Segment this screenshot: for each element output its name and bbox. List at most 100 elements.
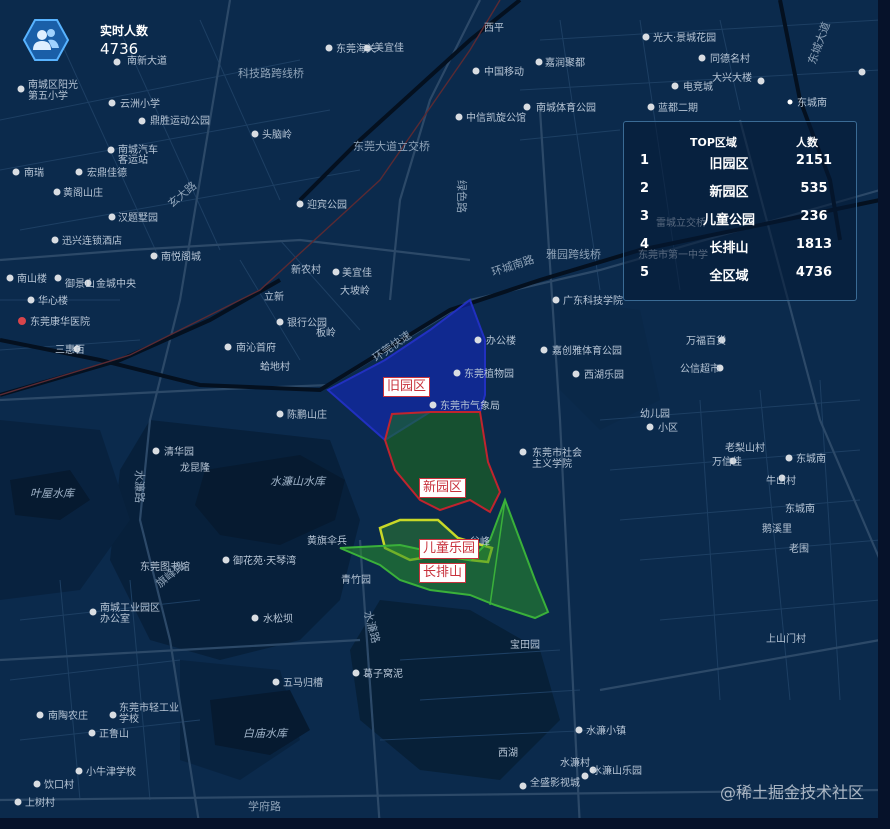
svg-text:美宜佳: 美宜佳 bbox=[374, 41, 404, 54]
svg-text:南悦阁城: 南悦阁城 bbox=[161, 250, 201, 263]
svg-text:云洲小学: 云洲小学 bbox=[120, 97, 160, 110]
svg-text:汉题墅园: 汉题墅园 bbox=[118, 212, 158, 224]
svg-text:大坡岭: 大坡岭 bbox=[340, 284, 370, 297]
svg-text:东莞市气象局: 东莞市气象局 bbox=[440, 399, 500, 412]
svg-text:水濂路: 水濂路 bbox=[133, 470, 147, 503]
map-stage[interactable]: 南新大道 东莞海关 美宜佳 西平 中国移动 嘉润聚都 南城体育公园 中信凯旋公馆 南城区阳光… bbox=[0, 0, 890, 829]
table-row: 5 全区域 4736 bbox=[624, 265, 856, 285]
svg-text:南山楼: 南山楼 bbox=[17, 272, 47, 285]
watermark: @稀土掘金技术社区 bbox=[719, 783, 864, 802]
svg-text:龙昆隆: 龙昆隆 bbox=[180, 461, 210, 474]
svg-text:幼儿园: 幼儿园 bbox=[640, 407, 670, 420]
row-name: 长排山 bbox=[709, 241, 749, 256]
svg-text:东莞市社会: 东莞市社会 bbox=[532, 446, 582, 459]
header-region: TOP区域 bbox=[690, 136, 737, 149]
users-icon bbox=[22, 18, 70, 62]
svg-text:饮口村: 饮口村 bbox=[44, 778, 74, 791]
svg-text:东城南: 东城南 bbox=[797, 96, 827, 109]
svg-text:学府路: 学府路 bbox=[248, 799, 281, 813]
svg-text:南城体育公园: 南城体育公园 bbox=[536, 101, 596, 114]
svg-text:广东科技学院: 广东科技学院 bbox=[563, 294, 623, 307]
svg-text:万信佳: 万信佳 bbox=[712, 455, 742, 468]
svg-text:华心楼: 华心楼 bbox=[38, 294, 68, 307]
svg-text:雅园跨线桥: 雅园跨线桥 bbox=[546, 247, 601, 261]
svg-text:老梨山村: 老梨山村 bbox=[725, 441, 765, 454]
svg-text:嘉润聚都: 嘉润聚都 bbox=[545, 56, 585, 69]
svg-text:御景山: 御景山 bbox=[65, 277, 95, 290]
svg-text:万福百货: 万福百货 bbox=[686, 334, 726, 347]
svg-text:主义学院: 主义学院 bbox=[532, 457, 572, 470]
row-count: 535 bbox=[800, 181, 828, 196]
svg-text:学校: 学校 bbox=[119, 712, 139, 725]
svg-text:小区: 小区 bbox=[658, 422, 678, 434]
svg-text:老围: 老围 bbox=[789, 542, 809, 555]
map-edge-right bbox=[878, 0, 890, 829]
row-rank: 3 bbox=[640, 209, 650, 224]
row-rank: 1 bbox=[640, 153, 650, 168]
svg-text:黄阁山庄: 黄阁山庄 bbox=[63, 186, 103, 199]
svg-text:头脑岭: 头脑岭 bbox=[262, 128, 292, 141]
row-rank: 4 bbox=[640, 237, 650, 252]
svg-text:东莞大道立交桥: 东莞大道立交桥 bbox=[353, 139, 430, 153]
svg-text:御花苑·天琴湾: 御花苑·天琴湾 bbox=[233, 554, 296, 567]
svg-text:南沁首府: 南沁首府 bbox=[236, 341, 276, 354]
row-name: 全区域 bbox=[709, 269, 749, 284]
svg-text:公信超市: 公信超市 bbox=[680, 362, 720, 375]
svg-text:清华园: 清华园 bbox=[164, 445, 194, 458]
svg-text:迅兴连锁酒店: 迅兴连锁酒店 bbox=[62, 234, 122, 247]
row-name: 儿童公园 bbox=[702, 213, 755, 228]
svg-text:牛山村: 牛山村 bbox=[766, 474, 796, 487]
svg-text:立新: 立新 bbox=[264, 290, 284, 303]
svg-text:蓝都二期: 蓝都二期 bbox=[658, 102, 698, 114]
svg-text:第五小学: 第五小学 bbox=[28, 89, 68, 102]
table-row: 2 新园区 535 bbox=[624, 181, 856, 201]
row-count: 2151 bbox=[795, 153, 833, 168]
svg-text:鼎胜运动公园: 鼎胜运动公园 bbox=[150, 115, 210, 127]
svg-text:黄旗伞兵: 黄旗伞兵 bbox=[307, 534, 347, 547]
table-row: 1 旧园区 2151 bbox=[624, 153, 856, 173]
map-edge-bottom bbox=[0, 818, 890, 829]
svg-text:陈鹏山庄: 陈鹏山庄 bbox=[287, 408, 327, 421]
svg-text:美宜佳: 美宜佳 bbox=[342, 266, 372, 279]
row-name: 旧园区 bbox=[709, 157, 749, 172]
svg-text:南城工业园区: 南城工业园区 bbox=[100, 601, 160, 614]
zone-label-changpai-mountain[interactable]: 长排山 bbox=[419, 563, 467, 583]
row-count: 1813 bbox=[795, 237, 833, 252]
top-region-panel: TOP区域 人数 1 旧园区 2151 2 新园区 535 3 儿童公园 236… bbox=[623, 121, 857, 301]
svg-text:正鲁山: 正鲁山 bbox=[99, 727, 129, 740]
svg-text:大兴大楼: 大兴大楼 bbox=[712, 71, 752, 84]
zone-label-new-park[interactable]: 新园区 bbox=[419, 478, 467, 498]
row-count: 236 bbox=[800, 209, 828, 224]
counter-value: 4736 bbox=[100, 40, 139, 58]
svg-text:电竞城: 电竞城 bbox=[683, 80, 713, 93]
svg-text:宝田园: 宝田园 bbox=[510, 638, 540, 651]
svg-text:东莞市轻工业: 东莞市轻工业 bbox=[119, 701, 179, 714]
svg-text:西湖: 西湖 bbox=[498, 747, 518, 759]
svg-text:光大·景城花园: 光大·景城花园 bbox=[653, 31, 716, 44]
svg-text:东城南: 东城南 bbox=[796, 452, 826, 465]
svg-text:全盛影视城: 全盛影视城 bbox=[530, 776, 580, 789]
svg-text:葛子窝泥: 葛子窝泥 bbox=[363, 667, 403, 680]
svg-text:办公楼: 办公楼 bbox=[486, 334, 516, 347]
svg-text:水濂山水库: 水濂山水库 bbox=[270, 475, 327, 488]
svg-text:西湖乐园: 西湖乐园 bbox=[584, 369, 624, 381]
row-name: 新园区 bbox=[709, 185, 749, 200]
svg-text:鹅溪里: 鹅溪里 bbox=[762, 522, 792, 535]
svg-text:宏鼎佳德: 宏鼎佳德 bbox=[87, 166, 127, 179]
svg-text:叶屋水库: 叶屋水库 bbox=[30, 487, 76, 500]
svg-text:办公室: 办公室 bbox=[100, 612, 130, 625]
svg-text:南陶农庄: 南陶农庄 bbox=[48, 709, 88, 722]
counter-title: 实时人数 bbox=[100, 24, 149, 38]
svg-text:上树村: 上树村 bbox=[25, 796, 55, 809]
svg-text:水濂小镇: 水濂小镇 bbox=[586, 724, 626, 737]
row-count: 4736 bbox=[795, 265, 833, 280]
svg-text:新农村: 新农村 bbox=[291, 263, 321, 276]
zone-label-old-park[interactable]: 旧园区 bbox=[383, 377, 431, 397]
svg-text:小牛津学校: 小牛津学校 bbox=[86, 765, 136, 778]
zone-label-kids-park[interactable]: 儿童乐园 bbox=[419, 539, 480, 559]
svg-text:绿色路: 绿色路 bbox=[455, 180, 469, 213]
svg-text:五马归槽: 五马归槽 bbox=[283, 676, 323, 689]
realtime-counter: 实时人数 4736 bbox=[22, 18, 182, 64]
svg-text:蛤地村: 蛤地村 bbox=[260, 360, 290, 373]
svg-text:西平: 西平 bbox=[484, 23, 504, 34]
